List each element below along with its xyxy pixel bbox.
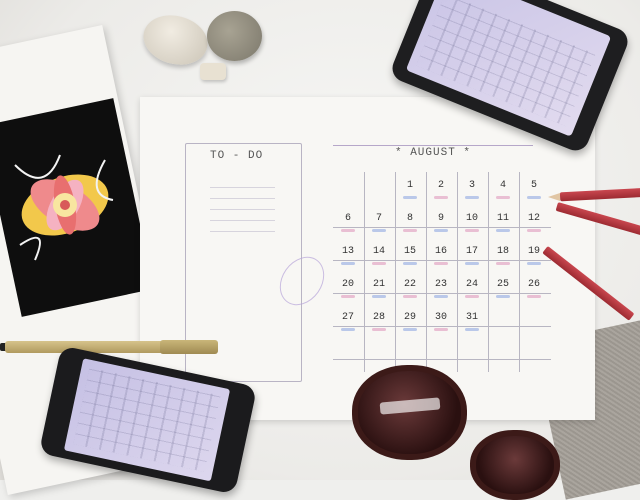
todo-title: TO - DO [210, 150, 264, 162]
calendar-column-line [488, 172, 489, 372]
day-highlight-mark [527, 295, 541, 298]
calendar-column-line [426, 172, 427, 372]
calendar-day: 30 [434, 312, 447, 323]
day-highlight-mark [434, 229, 448, 232]
calendar-day: 28 [372, 312, 385, 323]
calendar-row-line [333, 260, 551, 261]
day-highlight-mark [465, 229, 479, 232]
calendar-day: 16 [434, 246, 447, 257]
day-highlight-mark [527, 262, 541, 265]
calendar-day: 9 [437, 213, 444, 224]
calendar-day: 12 [527, 213, 540, 224]
calendar-day: 23 [434, 279, 447, 290]
calendar-day: 2 [437, 180, 444, 191]
pencil-tip [548, 193, 560, 201]
calendar-column-line [457, 172, 458, 372]
calendar-top-rule [333, 145, 533, 146]
day-highlight-mark [403, 262, 417, 265]
calendar-day: 5 [530, 180, 537, 191]
calendar-day: 22 [403, 279, 416, 290]
day-highlight-mark [496, 229, 510, 232]
stone-icon [200, 63, 226, 80]
sunglasses-icon [352, 365, 467, 460]
calendar-row-line [333, 326, 551, 327]
calendar-title: * AUGUST * [395, 147, 472, 159]
day-highlight-mark [465, 262, 479, 265]
calendar-day: 8 [406, 213, 413, 224]
calendar-day: 18 [496, 246, 509, 257]
day-highlight-mark [372, 328, 386, 331]
day-highlight-mark [465, 328, 479, 331]
calendar-grid: 1 2 3 4 5 6 7 8 9 10 11 12 13 14 15 16 17 18 19 20 21 22 23 24 2… [333, 172, 551, 372]
day-highlight-mark [341, 262, 355, 265]
day-highlight-mark [496, 196, 510, 199]
day-highlight-mark [341, 295, 355, 298]
calendar-day: 15 [403, 246, 416, 257]
calendar-day: 29 [403, 312, 416, 323]
pen-cap [160, 340, 218, 354]
todo-line [210, 187, 275, 188]
calendar-day: 24 [465, 279, 478, 290]
day-highlight-mark [372, 262, 386, 265]
day-highlight-mark [434, 295, 448, 298]
sunglasses-lens [470, 430, 560, 500]
calendar-day: 20 [341, 279, 354, 290]
calendar-day: 11 [496, 213, 509, 224]
calendar-day: 26 [527, 279, 540, 290]
calendar-day: 21 [372, 279, 385, 290]
calendar-day: 13 [341, 246, 354, 257]
calendar-day: 27 [341, 312, 354, 323]
day-highlight-mark [496, 295, 510, 298]
day-highlight-mark [341, 328, 355, 331]
calendar-day: 4 [499, 180, 506, 191]
day-highlight-mark [372, 295, 386, 298]
todo-line [210, 209, 275, 210]
todo-line [210, 198, 275, 199]
stone-icon [207, 11, 262, 61]
calendar-column-line [364, 172, 365, 372]
day-highlight-mark [527, 196, 541, 199]
calendar-day: 10 [465, 213, 478, 224]
day-highlight-mark [434, 262, 448, 265]
day-highlight-mark [403, 196, 417, 199]
flower-drawing-icon [14, 154, 114, 261]
day-highlight-mark [434, 196, 448, 199]
day-highlight-mark [372, 229, 386, 232]
calendar-day: 25 [496, 279, 509, 290]
day-highlight-mark [403, 295, 417, 298]
day-highlight-mark [527, 229, 541, 232]
todo-line [210, 231, 275, 232]
calendar-day: 31 [465, 312, 478, 323]
calendar-day: 7 [375, 213, 382, 224]
phone-keypad-grid [73, 367, 221, 472]
calendar-day: 3 [468, 180, 475, 191]
calendar-column-line [395, 172, 396, 372]
day-highlight-mark [434, 328, 448, 331]
day-highlight-mark [341, 229, 355, 232]
day-highlight-mark [403, 229, 417, 232]
calendar-day: 17 [465, 246, 478, 257]
calendar-day: 1 [406, 180, 413, 191]
todo-line [210, 220, 275, 221]
day-highlight-mark [403, 328, 417, 331]
calendar-day: 6 [344, 213, 351, 224]
calendar-day: 14 [372, 246, 385, 257]
calendar-row-line [333, 359, 551, 360]
day-highlight-mark [465, 295, 479, 298]
phone-screen [63, 358, 231, 482]
day-highlight-mark [465, 196, 479, 199]
calendar-column-line [519, 172, 520, 372]
day-highlight-mark [496, 262, 510, 265]
calendar-row-line [333, 227, 551, 228]
calendar-row-line [333, 293, 551, 294]
